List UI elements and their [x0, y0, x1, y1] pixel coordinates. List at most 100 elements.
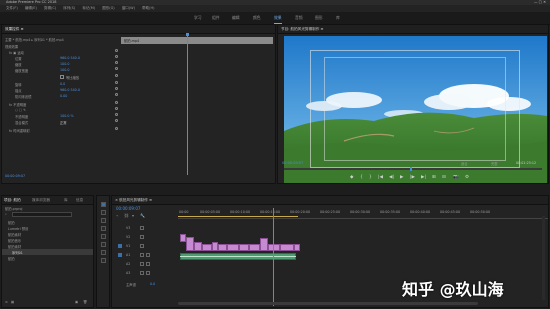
toggle-track-output-icon[interactable] [140, 235, 144, 239]
hand-tool-icon[interactable] [101, 250, 106, 255]
value-position[interactable]: 960.0 540.0 [60, 56, 80, 60]
timeline-ruler[interactable]: 00:00 00:00:05:00 00:00:10:00 00:00:15:0… [178, 208, 548, 219]
menu-file[interactable]: 文件(F) [6, 6, 18, 10]
toggle-track-output-icon[interactable] [140, 226, 144, 230]
reset-icon[interactable] [115, 61, 118, 64]
uniform-scale-checkbox[interactable] [60, 75, 64, 79]
value-anti-flicker[interactable]: 0.00 [60, 94, 67, 98]
workspace-editing[interactable]: 编辑 [232, 12, 240, 24]
tab-media-browser[interactable]: 媒体浏览器 [32, 198, 50, 203]
video-clip[interactable] [268, 244, 280, 251]
delete-icon[interactable]: 🗑 [83, 300, 87, 304]
reset-icon[interactable] [115, 119, 118, 122]
pen-tool-icon[interactable] [101, 242, 106, 247]
track-a1-label[interactable]: A1 [126, 253, 130, 257]
toggle-track-output-icon[interactable] [140, 244, 144, 248]
reset-icon[interactable] [115, 67, 118, 70]
step-back-icon[interactable]: ◀| [389, 175, 394, 180]
list-view-icon[interactable]: ≡ [5, 300, 8, 304]
menu-help[interactable]: 帮助(H) [142, 6, 154, 10]
reset-icon[interactable] [115, 87, 118, 90]
effect-controls-clip-bar[interactable]: 航拍.mp4 [121, 37, 273, 44]
mark-in-icon[interactable]: { [360, 175, 363, 180]
mark-out-icon[interactable]: } [369, 175, 372, 180]
value-anchor[interactable]: 960.0 540.0 [60, 88, 80, 92]
settings-icon[interactable]: ⚙ [465, 175, 469, 180]
value-scale[interactable]: 100.0 [60, 62, 69, 66]
video-clip[interactable] [249, 244, 260, 251]
reset-icon[interactable] [115, 55, 118, 58]
reset-icon[interactable] [115, 81, 118, 84]
track-v3-label[interactable]: V3 [126, 226, 130, 230]
program-playhead[interactable] [410, 167, 412, 171]
program-title[interactable]: 节目: 航拍风光剪辑制作 ≡ [281, 27, 323, 32]
workspace-effects[interactable]: 效果 [274, 12, 282, 24]
reset-icon[interactable] [115, 49, 118, 52]
track-a3-label[interactable]: A3 [126, 271, 130, 275]
video-clip[interactable] [186, 237, 194, 251]
reset-icon[interactable] [115, 113, 118, 116]
reset-icon[interactable] [115, 101, 118, 104]
workspace-graphics[interactable]: 图形 [315, 12, 323, 24]
mask-tools[interactable]: ○ □ ✎ [15, 108, 26, 112]
go-to-in-icon[interactable]: |◀ [378, 175, 383, 180]
timeline-sequence-tab[interactable]: × 航拍风光剪辑制作 ≡ [115, 198, 152, 203]
blend-mode-select[interactable]: 正常 [60, 120, 67, 125]
value-opacity[interactable]: 100.0 % [60, 114, 74, 118]
effect-controls-timecode[interactable]: 00:00:09:07 [5, 174, 25, 178]
solo-track-icon[interactable] [146, 253, 150, 257]
video-clip[interactable] [194, 242, 202, 251]
effect-controls-playhead[interactable] [187, 35, 188, 175]
video-clip[interactable] [294, 244, 300, 251]
timeline-settings-icon[interactable]: 🔧 [140, 213, 145, 218]
tab-project[interactable]: 项目: 航拍 [4, 198, 21, 203]
selection-tool-icon[interactable] [101, 202, 106, 207]
source-patch-a1[interactable] [118, 253, 122, 257]
video-clip[interactable] [202, 244, 212, 251]
project-item-clip[interactable]: 航拍 [8, 256, 15, 261]
video-clip[interactable] [227, 244, 239, 251]
workspace-audio[interactable]: 音频 [295, 12, 303, 24]
extract-icon[interactable]: ⊟ [442, 175, 446, 180]
reset-icon[interactable] [115, 74, 118, 77]
timeline-timecode[interactable]: 00:00:09:07 [116, 206, 140, 211]
mute-track-icon[interactable] [140, 253, 144, 257]
step-forward-icon[interactable]: |▶ [410, 175, 415, 180]
source-patch-v1[interactable] [118, 244, 122, 248]
timeline-vertical-scrollbar[interactable] [542, 216, 545, 300]
menu-edit[interactable]: 编辑(E) [25, 6, 37, 10]
project-search-input[interactable] [12, 212, 72, 217]
reset-icon[interactable] [115, 93, 118, 96]
video-clip[interactable] [218, 244, 227, 251]
reset-icon[interactable] [115, 107, 118, 110]
menu-sequence[interactable]: 序列(S) [63, 6, 75, 10]
value-scale-width[interactable]: 100.0 [60, 68, 69, 72]
tab-libraries[interactable]: 库 [64, 198, 68, 203]
project-item-folder[interactable]: Lumetri 预设 [8, 226, 28, 231]
add-marker-icon[interactable]: ▾ [132, 213, 134, 218]
menu-graphics[interactable]: 图形(G) [102, 6, 114, 10]
export-frame-icon[interactable]: 📷 [453, 175, 459, 180]
marker-icon[interactable]: ◆ [350, 175, 353, 180]
ripple-edit-tool-icon[interactable] [101, 218, 106, 223]
lift-icon[interactable]: ⊞ [432, 175, 436, 180]
play-icon[interactable]: ▶ [400, 175, 403, 180]
workspace-color[interactable]: 颜色 [253, 12, 261, 24]
playhead-head-icon[interactable] [185, 33, 189, 36]
track-v2-label[interactable]: V2 [126, 235, 130, 239]
effect-motion[interactable]: fx ▣ 运动 [9, 50, 24, 55]
solo-track-icon[interactable] [146, 262, 150, 266]
effect-time-remap[interactable]: fx 时间重映射 [9, 128, 30, 133]
menu-marker[interactable]: 标记(M) [82, 6, 95, 10]
razor-tool-icon[interactable] [101, 226, 106, 231]
program-resolution-select[interactable]: 完整 [491, 161, 498, 166]
menu-window[interactable]: 窗口(W) [122, 6, 135, 10]
video-clip[interactable] [260, 238, 268, 251]
snap-icon[interactable]: ⌁ [116, 213, 118, 218]
icon-view-icon[interactable]: ▦ [11, 300, 14, 304]
project-item-sequence[interactable]: 序列01 [12, 250, 23, 255]
project-item-folder[interactable]: 航拍素材 [8, 232, 21, 237]
project-item-folder[interactable]: 航拍音乐 [8, 238, 21, 243]
reset-icon[interactable] [115, 127, 118, 130]
project-item-folder[interactable]: 航拍 [8, 220, 15, 225]
